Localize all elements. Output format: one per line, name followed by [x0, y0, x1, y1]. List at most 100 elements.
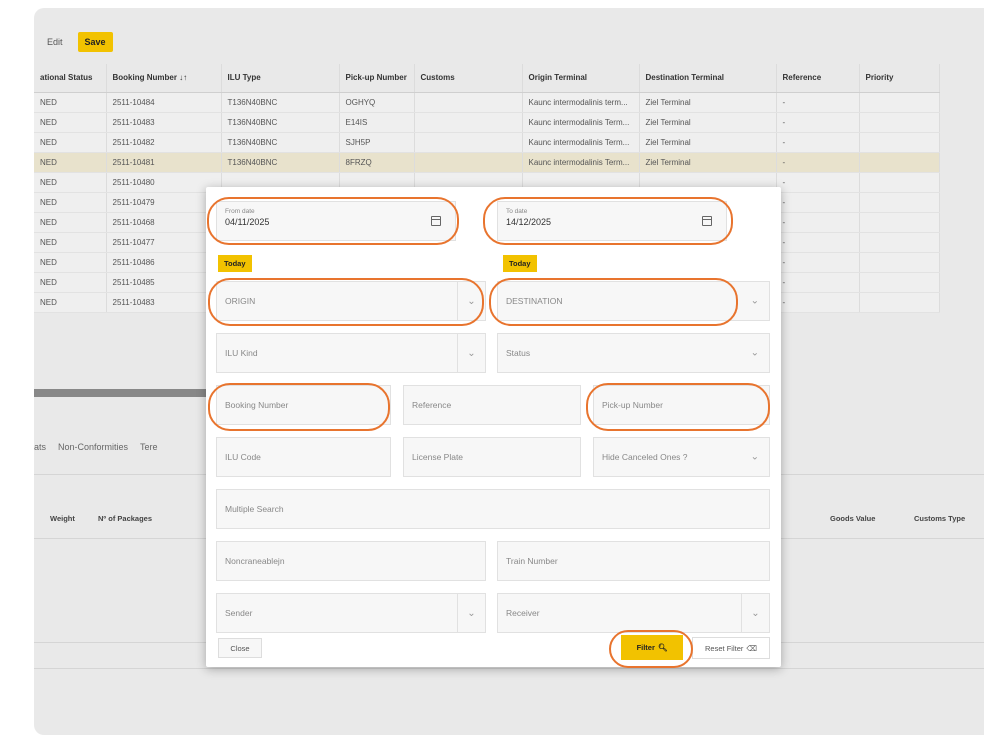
reference-placeholder: Reference	[412, 400, 452, 410]
column-header[interactable]: Reference	[776, 64, 860, 93]
column-header[interactable]: Customs	[414, 64, 523, 93]
ilu-code-input[interactable]: ILU Code	[216, 437, 391, 477]
table-cell	[859, 112, 940, 133]
edit-button[interactable]: Edit	[40, 32, 70, 52]
sender-select[interactable]: Sender ⌄	[216, 593, 486, 633]
column-header-customs-type[interactable]: Customs Type	[914, 514, 965, 523]
horizontal-scrollbar[interactable]	[34, 389, 214, 397]
calendar-icon[interactable]	[431, 216, 441, 226]
table-cell: NED	[34, 252, 107, 273]
table-cell: NED	[34, 132, 107, 153]
table-cell	[859, 252, 940, 273]
column-header[interactable]: Booking Number ↓↑	[106, 64, 222, 93]
table-cell: -	[776, 292, 860, 313]
origin-placeholder: ORIGIN	[225, 296, 256, 306]
to-today-button[interactable]: Today	[503, 255, 537, 272]
tab-events[interactable]: ats	[34, 442, 46, 452]
chevron-down-icon[interactable]: ⌄	[457, 594, 485, 632]
noncraneable-input[interactable]: Noncraneablejn	[216, 541, 486, 581]
multiple-search-placeholder: Multiple Search	[225, 504, 284, 514]
booking-number-placeholder: Booking Number	[225, 400, 289, 410]
tab-non-conformities[interactable]: Non-Conformities	[58, 442, 128, 452]
table-row[interactable]: NED 2511-10484 T136N40BNC OGHYQ Kaunc interm…	[34, 92, 940, 113]
origin-select[interactable]: ORIGIN ⌄	[216, 281, 486, 321]
column-header-goods-value[interactable]: Goods Value	[830, 514, 875, 523]
column-header[interactable]: Pick-up Number	[339, 64, 415, 93]
to-date-field[interactable]: To date 14/12/2025	[497, 201, 727, 241]
chevron-down-icon[interactable]: ⌄	[741, 594, 769, 632]
table-cell: 2511-10480	[106, 172, 222, 193]
column-header[interactable]: Priority	[859, 64, 940, 93]
table-cell: Kaunc intermodalinis term...	[522, 92, 640, 113]
table-cell: Kaunc intermodalinis Term...	[522, 132, 640, 153]
table-cell: SJH5P	[339, 132, 415, 153]
table-cell: 2511-10481	[106, 152, 222, 173]
pickup-number-input[interactable]: Pick-up Number	[593, 385, 770, 425]
from-today-button[interactable]: Today	[218, 255, 252, 272]
column-header-packages[interactable]: Nº of Packages	[98, 514, 152, 523]
table-cell: Kaunc intermodalinis Term...	[522, 112, 640, 133]
multiple-search-input[interactable]: Multiple Search	[216, 489, 770, 529]
from-date-field[interactable]: From date 04/11/2025	[216, 201, 456, 241]
table-cell: 2511-10485	[106, 272, 222, 293]
table-row[interactable]: NED 2511-10481 T136N40BNC 8FRZQ Kaunc interm…	[34, 152, 940, 173]
table-cell: -	[776, 112, 860, 133]
table-cell: Ziel Terminal	[639, 112, 777, 133]
table-cell: NED	[34, 212, 107, 233]
save-button[interactable]: Save	[77, 32, 113, 52]
column-header[interactable]: Origin Terminal	[522, 64, 640, 93]
search-icon: 🔍︎	[657, 643, 668, 652]
license-plate-input[interactable]: License Plate	[403, 437, 581, 477]
table-cell: -	[776, 92, 860, 113]
reset-filter-button[interactable]: Reset Filter ⌫	[692, 637, 770, 659]
table-cell: T136N40BNC	[221, 152, 340, 173]
table-cell: 2511-10479	[106, 192, 222, 213]
reference-input[interactable]: Reference	[403, 385, 581, 425]
train-number-input[interactable]: Train Number	[497, 541, 770, 581]
ilu-kind-placeholder: ILU Kind	[225, 348, 258, 358]
table-cell: -	[776, 232, 860, 253]
filter-dialog: From date 04/11/2025 Today To date 14/12…	[206, 187, 781, 667]
column-header-weight[interactable]: Weight	[50, 514, 75, 523]
calendar-icon[interactable]	[702, 216, 712, 226]
column-header[interactable]: ILU Type	[221, 64, 340, 93]
table-cell: NED	[34, 92, 107, 113]
table-cell	[859, 172, 940, 193]
chevron-down-icon[interactable]: ⌄	[751, 452, 759, 463]
ilu-kind-select[interactable]: ILU Kind ⌄	[216, 333, 486, 373]
filter-button[interactable]: Filter 🔍︎	[621, 635, 683, 660]
eraser-icon: ⌫	[746, 643, 757, 653]
filter-button-label: Filter	[636, 643, 655, 652]
table-cell	[414, 112, 523, 133]
detail-tabs: ats Non-Conformities Tere	[34, 442, 158, 452]
table-cell	[859, 92, 940, 113]
table-cell	[414, 152, 523, 173]
hide-canceled-select[interactable]: Hide Canceled Ones ? ⌄	[593, 437, 770, 477]
table-header-row: ational Status Booking Number ↓↑ ILU Typ…	[34, 64, 940, 93]
table-cell: -	[776, 212, 860, 233]
chevron-down-icon[interactable]: ⌄	[457, 334, 485, 372]
table-cell: 8FRZQ	[339, 152, 415, 173]
chevron-down-icon[interactable]: ⌄	[457, 282, 485, 320]
table-row[interactable]: NED 2511-10483 T136N40BNC E14IS Kaunc interm…	[34, 112, 940, 133]
table-cell: 2511-10468	[106, 212, 222, 233]
column-header[interactable]: ational Status	[34, 64, 107, 93]
reset-filter-label: Reset Filter	[705, 643, 744, 653]
table-cell: OGHYQ	[339, 92, 415, 113]
table-cell	[859, 232, 940, 253]
table-cell: -	[776, 192, 860, 213]
table-cell	[859, 152, 940, 173]
table-cell: NED	[34, 172, 107, 193]
train-number-placeholder: Train Number	[506, 556, 558, 566]
booking-number-input[interactable]: Booking Number	[216, 385, 391, 425]
chevron-down-icon[interactable]: ⌄	[751, 348, 759, 359]
destination-select[interactable]: DESTINATION ⌄	[497, 281, 770, 321]
table-cell: Ziel Terminal	[639, 132, 777, 153]
column-header[interactable]: Destination Terminal	[639, 64, 777, 93]
receiver-select[interactable]: Receiver ⌄	[497, 593, 770, 633]
tab-tere[interactable]: Tere	[140, 442, 158, 452]
close-button[interactable]: Close	[218, 638, 262, 658]
status-select[interactable]: Status ⌄	[497, 333, 770, 373]
chevron-down-icon[interactable]: ⌄	[751, 296, 759, 307]
table-row[interactable]: NED 2511-10482 T136N40BNC SJH5P Kaunc interm…	[34, 132, 940, 153]
